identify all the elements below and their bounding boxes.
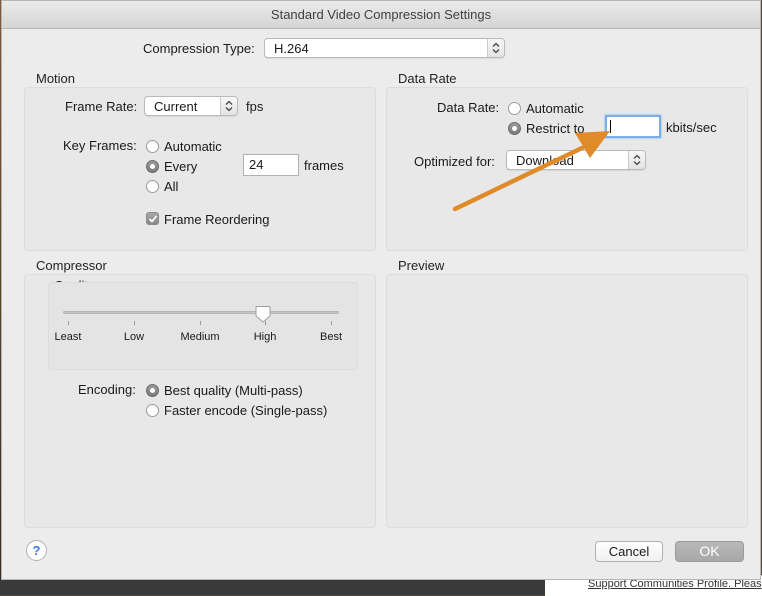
annotation-arrow [452,131,610,212]
